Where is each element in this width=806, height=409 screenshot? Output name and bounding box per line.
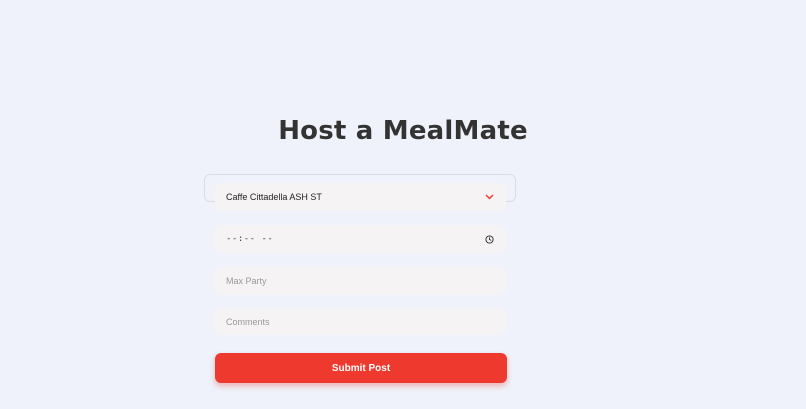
chevron-down-icon [484,192,494,202]
restaurant-select-value: Caffe Cittadella ASH ST [226,192,322,202]
max-party-input[interactable]: Max Party [215,267,506,295]
restaurant-select[interactable]: Caffe Cittadella ASH ST [215,183,506,211]
submit-post-button[interactable]: Submit Post [215,353,507,383]
page-title: Host a MealMate [278,116,528,146]
comments-placeholder: Comments [226,316,270,327]
clock-icon[interactable] [484,234,494,244]
page: Host a MealMate Caffe Cittadella ASH ST … [0,0,806,409]
comments-input[interactable]: Comments [215,308,506,335]
time-input[interactable]: --:-- -- [215,225,506,253]
max-party-placeholder: Max Party [226,276,267,286]
time-input-value: --:-- -- [226,234,274,244]
